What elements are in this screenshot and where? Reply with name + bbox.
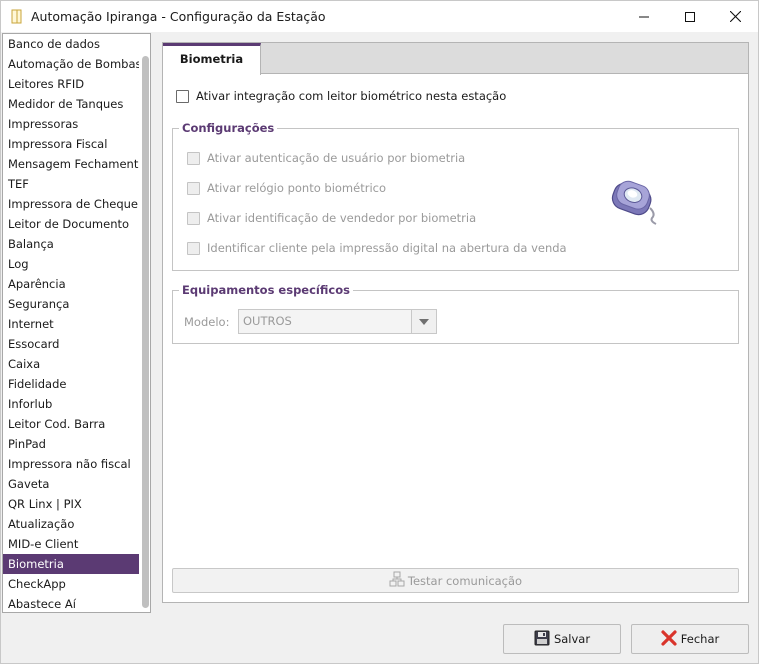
sidebar-item-essocard[interactable]: Essocard	[3, 334, 139, 354]
model-dropdown-button[interactable]	[411, 309, 437, 334]
close-icon	[729, 11, 741, 22]
equipment-groupbox: Equipamentos específicos Modelo: OUTROS	[172, 283, 739, 344]
time-clock-label: Ativar relógio ponto biométrico	[207, 181, 386, 195]
sidebar-item-medidor-de-tanques[interactable]: Medidor de Tanques	[3, 94, 139, 114]
window-title: Automação Ipiranga - Configuração da Est…	[31, 9, 326, 24]
seller-id-label: Ativar identificação de vendedor por bio…	[207, 211, 477, 225]
user-auth-checkbox[interactable]	[187, 152, 200, 165]
close-label: Fechar	[680, 632, 720, 646]
model-select[interactable]: OUTROS	[238, 309, 412, 334]
scrollbar-thumb[interactable]	[142, 56, 149, 608]
client-id-checkbox[interactable]	[187, 242, 200, 255]
app-document-icon	[11, 9, 23, 24]
sidebar-item-leitores-rfid[interactable]: Leitores RFID	[3, 74, 139, 94]
time-clock-checkbox[interactable]	[187, 182, 200, 195]
tab-biometria[interactable]: Biometria	[163, 43, 261, 75]
sidebar-item-mensagem-fechamento[interactable]: Mensagem Fechamento	[3, 154, 139, 174]
sidebar-item-abastece-ai[interactable]: Abastece Aí	[3, 594, 139, 612]
enable-integration-label: Ativar integração com leitor biométrico …	[196, 89, 507, 103]
network-icon	[389, 571, 405, 590]
user-auth-label: Ativar autenticação de usuário por biome…	[207, 151, 466, 165]
sidebar-item-pinpad[interactable]: PinPad	[3, 434, 139, 454]
maximize-button[interactable]	[667, 1, 713, 32]
model-select-value: OUTROS	[243, 314, 292, 328]
biometria-panel: Biometria Ativar integração com leitor b…	[162, 42, 749, 603]
seller-id-checkbox[interactable]	[187, 212, 200, 225]
sidebar-item-mid-e-client[interactable]: MID-e Client	[3, 534, 139, 554]
sidebar-item-impressoras[interactable]: Impressoras	[3, 114, 139, 134]
sidebar-item-banco-de-dados[interactable]: Banco de dados	[3, 34, 139, 54]
sidebar-item-automacao-de-bombas[interactable]: Automação de Bombas	[3, 54, 139, 74]
config-window: Automação Ipiranga - Configuração da Est…	[0, 0, 759, 664]
minimize-button[interactable]	[621, 1, 667, 32]
sidebar-item-aparencia[interactable]: Aparência	[3, 274, 139, 294]
sidebar-item-internet[interactable]: Internet	[3, 314, 139, 334]
test-communication-label: Testar comunicação	[407, 573, 523, 588]
sidebar-item-atualizacao[interactable]: Atualização	[3, 514, 139, 534]
sidebar-item-seguranca[interactable]: Segurança	[3, 294, 139, 314]
sidebar-item-inforlub[interactable]: Inforlub	[3, 394, 139, 414]
test-communication-button[interactable]: Testar comunicação	[172, 568, 739, 593]
sidebar-item-impressora-de-cheque[interactable]: Impressora de Cheque	[3, 194, 139, 214]
save-floppy-icon	[534, 630, 550, 649]
sidebar-scrollbar[interactable]	[140, 34, 150, 612]
title-bar[interactable]: Automação Ipiranga - Configuração da Est…	[1, 1, 758, 32]
tab-strip: Biometria	[163, 43, 748, 75]
chevron-down-icon	[419, 318, 429, 325]
fingerprint-reader-icon	[610, 178, 662, 229]
sidebar-item-impressora-fiscal[interactable]: Impressora Fiscal	[3, 134, 139, 154]
sidebar-item-caixa[interactable]: Caixa	[3, 354, 139, 374]
close-button[interactable]: Fechar	[631, 624, 749, 654]
close-window-button[interactable]	[712, 1, 758, 32]
save-button[interactable]: Salvar	[503, 624, 621, 654]
sidebar-list: Banco de dados Automação de Bombas Leitore…	[3, 34, 139, 612]
minimize-icon	[639, 16, 649, 17]
enable-integration-checkbox[interactable]	[176, 90, 189, 103]
maximize-icon	[685, 11, 695, 22]
client-id-label: Identificar cliente pela impressão digit…	[207, 241, 567, 255]
sidebar-item-log[interactable]: Log	[3, 254, 139, 274]
sidebar-item-qr-linx-pix[interactable]: QR Linx | PIX	[3, 494, 139, 514]
model-label: Modelo:	[184, 315, 230, 329]
sidebar-item-leitor-de-documento[interactable]: Leitor de Documento	[3, 214, 139, 234]
sidebar-item-leitor-cod-barra[interactable]: Leitor Cod. Barra	[3, 414, 139, 434]
sidebar-item-checkapp[interactable]: CheckApp	[3, 574, 139, 594]
sidebar-item-gaveta[interactable]: Gaveta	[3, 474, 139, 494]
config-group-title: Configurações	[179, 121, 278, 135]
red-x-icon	[661, 629, 677, 649]
sidebar-item-biometria[interactable]: Biometria	[3, 554, 139, 574]
config-groupbox: Configurações Ativar autenticação de usu…	[172, 121, 739, 271]
save-label: Salvar	[553, 632, 591, 646]
sidebar-item-impressora-nao-fiscal[interactable]: Impressora não fiscal	[3, 454, 139, 474]
sidebar-item-tef[interactable]: TEF	[3, 174, 139, 194]
sidebar-item-balanca[interactable]: Balança	[3, 234, 139, 254]
equipment-group-title: Equipamentos específicos	[179, 283, 353, 297]
sidebar-item-fidelidade[interactable]: Fidelidade	[3, 374, 139, 394]
settings-sidebar: Banco de dados Automação de Bombas Leitore…	[2, 33, 151, 613]
